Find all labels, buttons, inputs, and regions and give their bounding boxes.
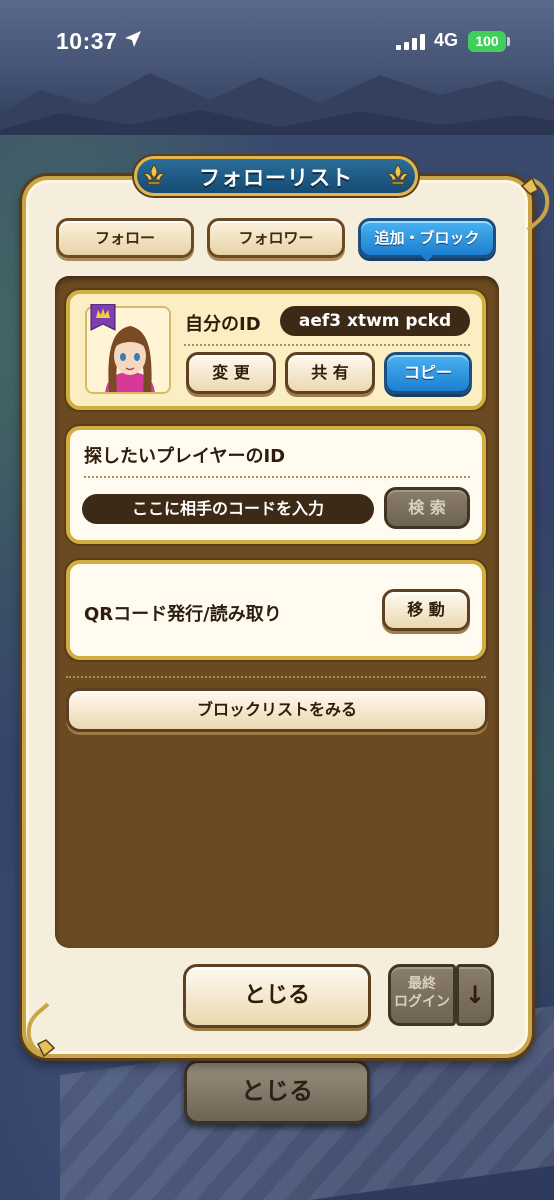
network-type: 4G	[434, 30, 459, 50]
crown-emblem-icon	[90, 304, 116, 331]
battery-icon: 100	[468, 31, 506, 52]
search-label: 探したいプレイヤーのID	[84, 446, 286, 467]
dialog-title-plate: フォローリスト	[120, 154, 432, 200]
tab-add-block[interactable]: 追加・ブロック	[358, 218, 496, 258]
sort-label-line2: ログイン	[394, 994, 450, 1010]
location-arrow-icon	[125, 31, 141, 47]
active-tab-indicator	[420, 254, 434, 262]
status-time: 10:37	[56, 28, 118, 54]
close-button[interactable]: とじる	[183, 964, 371, 1028]
sort-label-line1: 最終	[408, 976, 436, 992]
qr-label: QRコード発行/読み取り	[84, 604, 282, 625]
divider	[66, 676, 486, 678]
divider	[184, 344, 470, 346]
tab-followers[interactable]: フォロワー	[207, 218, 345, 258]
status-bar: 10:37 4G 100	[0, 0, 554, 84]
player-code-input[interactable]: ここに相手のコードを入力	[82, 494, 374, 524]
my-id-value: aef3 xtwm pckd	[280, 306, 470, 336]
corner-ornament-icon	[26, 1002, 56, 1058]
qr-move-button[interactable]: 移 動	[382, 589, 470, 631]
sort-order-toggle[interactable]: ↓	[456, 964, 494, 1026]
corner-ornament-icon	[520, 176, 550, 232]
share-id-button[interactable]: 共 有	[285, 352, 375, 394]
copy-id-button[interactable]: コピー	[384, 352, 472, 394]
tab-follow[interactable]: フォロー	[56, 218, 194, 258]
signal-bars-icon	[396, 34, 425, 50]
search-button[interactable]: 検 索	[384, 487, 470, 529]
background-close-button: とじる	[184, 1060, 370, 1124]
block-list-button[interactable]: ブロックリストをみる	[66, 688, 488, 732]
down-arrow-icon: ↓	[464, 981, 486, 1009]
change-id-button[interactable]: 変 更	[186, 352, 276, 394]
dialog-title: フォローリスト	[199, 166, 353, 190]
sort-last-login-button[interactable]: 最終 ログイン	[388, 964, 456, 1026]
divider	[84, 476, 470, 478]
my-id-label: 自分のID	[185, 314, 261, 335]
